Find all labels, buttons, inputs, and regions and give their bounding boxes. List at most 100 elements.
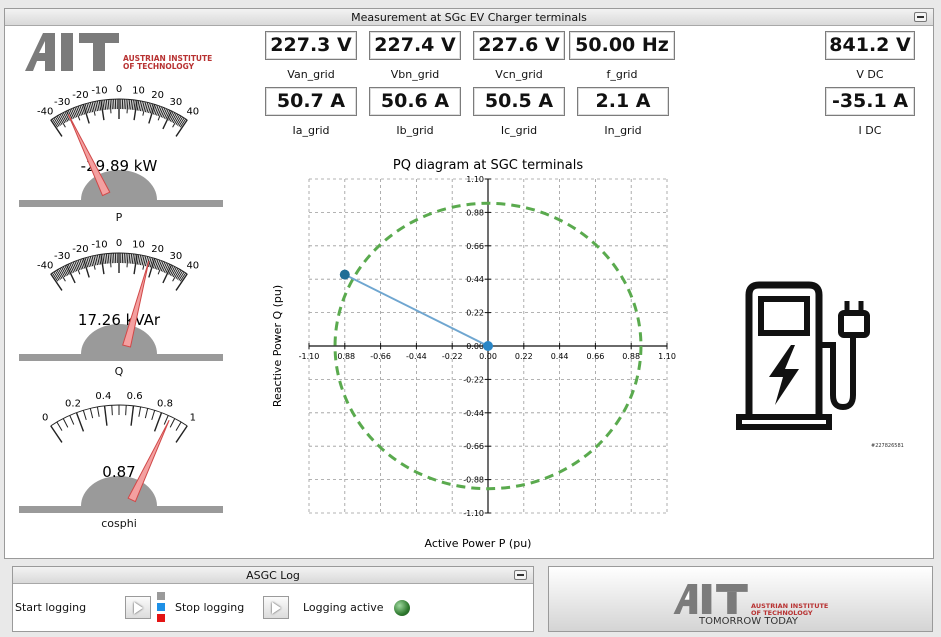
- p-gauge-tick: [109, 99, 112, 114]
- y-tick-label: -1.10: [463, 509, 484, 518]
- cosphi-gauge-tick: [111, 405, 113, 416]
- i-dc-label: I DC: [858, 124, 882, 137]
- cosphi-gauge-tick: [82, 410, 87, 421]
- p-gauge-tick-label: -40: [37, 107, 53, 118]
- cosphi-gauge-tick: [96, 406, 100, 417]
- q-gauge-tick: [76, 260, 81, 271]
- p-gauge-tick-label: -30: [54, 97, 70, 108]
- ait-logo-mark: [25, 33, 119, 71]
- x-tick-label: -0.88: [334, 352, 355, 361]
- measurement-panel: Measurement at SGc EV Charger terminals …: [4, 8, 934, 559]
- q-gauge-tick-label: 10: [132, 239, 145, 250]
- p-gauge-tick-label: 20: [151, 90, 164, 101]
- cosphi-gauge-tick: [153, 412, 163, 432]
- f-grid-value: 50.00 Hz: [569, 31, 675, 60]
- cosphi-gauge-tick-label: 0.2: [65, 398, 81, 409]
- ev-charger-caption: #227826581: [871, 443, 904, 449]
- cosphi-gauge-tick-label: 0.6: [127, 391, 143, 402]
- pq-diagram-chart: PQ diagram at SGC terminals -1.10 -1.10 -0.…: [271, 158, 676, 550]
- stop-logging-label: Stop logging: [175, 601, 245, 614]
- ib-grid-value: 50.6 A: [369, 87, 461, 116]
- in-grid-label: In_grid: [604, 124, 642, 137]
- q-gauge-tick: [131, 253, 134, 264]
- p-gauge-tick-label: -10: [91, 85, 107, 96]
- q-gauge-tick: [102, 254, 105, 265]
- status-indicator-red: [157, 614, 165, 622]
- start-logging-button[interactable]: [125, 596, 151, 619]
- q-gauge-tick: [104, 253, 107, 264]
- p-gauge-tick-label: 30: [169, 97, 182, 108]
- status-indicator-blue: [157, 603, 165, 611]
- q-gauge-tick-label: -20: [72, 244, 88, 255]
- y-tick-label: 0.88: [466, 208, 484, 217]
- log-minimize-button[interactable]: [514, 570, 527, 580]
- q-gauge-tick: [107, 253, 110, 264]
- i-dc-value: -35.1 A: [825, 87, 915, 116]
- q-gauge-tick: [126, 253, 129, 268]
- q-gauge-tick: [111, 253, 113, 264]
- cosphi-gauge-tick: [75, 412, 85, 432]
- p-gauge-tick: [130, 99, 133, 110]
- ic-grid-label: Ic_grid: [500, 124, 538, 137]
- x-tick-label: 0.88: [622, 352, 640, 361]
- cosphi-gauge-tick: [62, 418, 69, 428]
- cosphi-gauge-tick: [56, 421, 63, 431]
- p-gauge-tick: [104, 99, 107, 110]
- stop-logging-button[interactable]: [263, 596, 289, 619]
- x-tick-label: 0.00: [479, 352, 497, 361]
- cosphi-gauge-tick: [130, 405, 135, 426]
- p-gauge-tick: [76, 106, 81, 117]
- x-tick-label: -1.10: [299, 352, 320, 361]
- x-tick-label: 0.66: [586, 352, 604, 361]
- logging-active-led: [394, 600, 410, 616]
- ia-grid-value: 50.7 A: [265, 87, 357, 116]
- log-panel-titlebar: ASGC Log: [13, 567, 533, 584]
- cosphi-gauge-tick: [151, 410, 156, 421]
- x-axis-label: Active Power P (pu): [425, 537, 532, 550]
- chart-title: PQ diagram at SGC terminals: [393, 158, 583, 173]
- measurement-panel-titlebar: Measurement at SGc EV Charger terminals: [5, 9, 933, 26]
- y-axis-label: Reactive Power Q (pu): [271, 285, 284, 407]
- p-gauge-tick-label: 40: [186, 107, 199, 118]
- y-tick-label: -0.66: [463, 442, 484, 451]
- x-tick-label: 0.44: [551, 352, 569, 361]
- x-tick-label: -0.22: [442, 352, 463, 361]
- x-tick-label: -0.66: [370, 352, 391, 361]
- q-gauge-label: Q: [114, 365, 124, 378]
- p-gauge-tick-label: -20: [72, 90, 88, 101]
- vbn-grid-value: 227.4 V: [369, 31, 461, 60]
- p-gauge-tick: [107, 99, 110, 110]
- cosphi-gauge-label: cosphi: [101, 517, 137, 530]
- in-grid-value: 2.1 A: [577, 87, 669, 116]
- log-panel: ASGC Log Start logging Stop logging Logg…: [12, 566, 534, 632]
- y-tick-label: 0.22: [466, 309, 484, 318]
- measurement-panel-title: Measurement at SGc EV Charger terminals: [351, 11, 587, 24]
- p-gauge-tick: [131, 99, 134, 110]
- operating-point: [339, 269, 350, 280]
- ev-charger-icon: [736, 281, 870, 430]
- cosphi-gauge-tick: [144, 408, 149, 419]
- q-gauge-tick: [130, 253, 133, 264]
- minimize-button[interactable]: [914, 12, 927, 22]
- cosphi-gauge: 0 0.2 0.4 0.6 0.8 1 0.87: [19, 391, 223, 513]
- q-gauge-tick: [125, 253, 127, 264]
- p-gauge: -40-30-20 -10 0 10 203040-29.89 kW: [19, 84, 223, 207]
- p-gauge-tick: [157, 106, 162, 117]
- log-panel-title: ASGC Log: [246, 569, 300, 582]
- v-dc-value: 841.2 V: [825, 31, 915, 60]
- y-tick-label: -0.22: [463, 375, 484, 384]
- p-gauge-tick-label: 0: [116, 84, 122, 95]
- logging-active-label: Logging active: [303, 601, 384, 614]
- cosphi-gauge-tick: [89, 408, 94, 419]
- q-gauge-tick-label: -10: [91, 239, 107, 250]
- ia-grid-label: Ia_grid: [292, 124, 330, 137]
- y-tick-label: 0.44: [466, 275, 484, 284]
- cosphi-gauge-readout: 0.87: [102, 463, 135, 481]
- cosphi-gauge-tick: [103, 405, 108, 426]
- y-tick-label: 0.66: [466, 242, 484, 251]
- q-gauge-readout: 17.26 kVAr: [78, 311, 161, 329]
- footer-ait-logo-mark: [673, 584, 748, 614]
- van-grid-label: Van_grid: [287, 68, 335, 81]
- p-gauge-tick: [105, 99, 108, 110]
- x-tick-label: 0.22: [515, 352, 533, 361]
